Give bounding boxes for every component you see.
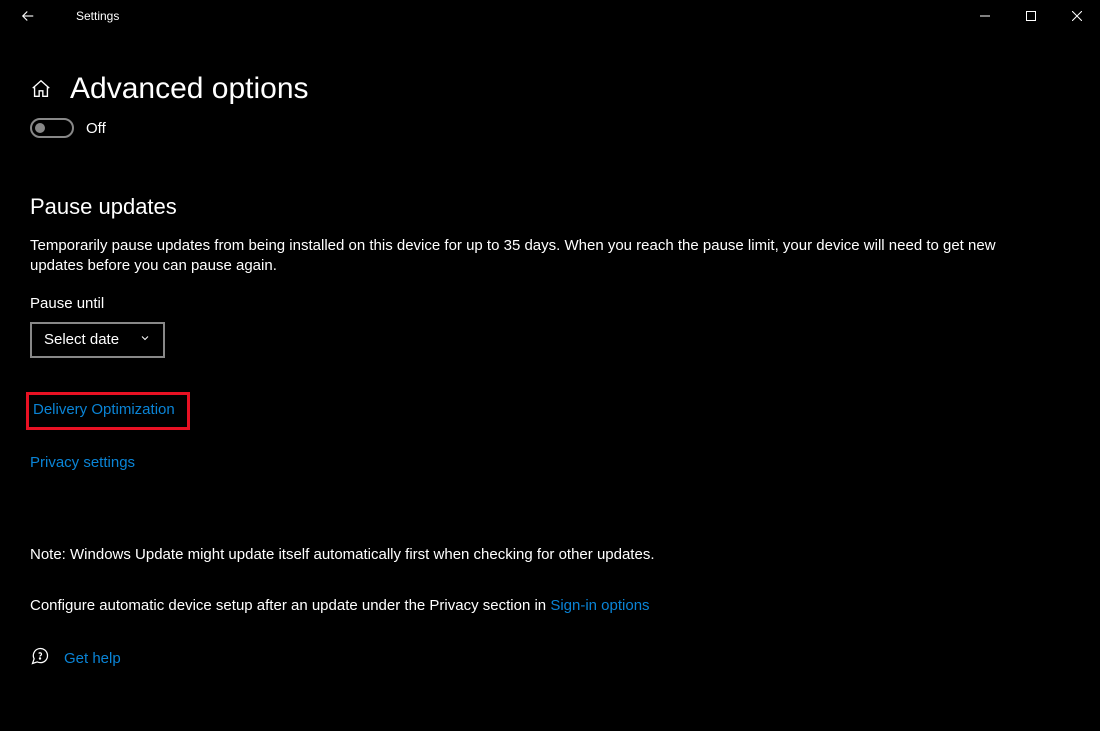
home-icon[interactable] — [30, 78, 52, 105]
pause-until-select[interactable]: Select date — [30, 322, 165, 358]
signin-note: Configure automatic device setup after a… — [30, 597, 1070, 614]
get-help-link[interactable]: Get help — [64, 650, 121, 667]
toggle-switch[interactable] — [30, 118, 74, 138]
autoupdate-note: Note: Windows Update might update itself… — [30, 546, 1070, 563]
window-title: Settings — [76, 9, 119, 23]
signin-note-text: Configure automatic device setup after a… — [30, 597, 550, 614]
back-button[interactable] — [8, 0, 48, 32]
pause-updates-description: Temporarily pause updates from being ins… — [30, 236, 1050, 277]
pause-until-label: Pause until — [30, 295, 1070, 312]
privacy-settings-link[interactable]: Privacy settings — [30, 454, 135, 471]
maximize-button[interactable] — [1008, 0, 1054, 32]
highlight-annotation: Delivery Optimization — [26, 392, 190, 430]
minimize-button[interactable] — [962, 0, 1008, 32]
toggle-state-label: Off — [86, 120, 106, 137]
pause-updates-heading: Pause updates — [30, 194, 1070, 220]
sign-in-options-link[interactable]: Sign-in options — [550, 597, 649, 614]
chevron-down-icon — [139, 331, 151, 348]
delivery-optimization-link[interactable]: Delivery Optimization — [33, 401, 175, 418]
select-value: Select date — [44, 331, 119, 348]
page-title: Advanced options — [70, 72, 309, 106]
help-icon — [30, 646, 50, 671]
close-button[interactable] — [1054, 0, 1100, 32]
